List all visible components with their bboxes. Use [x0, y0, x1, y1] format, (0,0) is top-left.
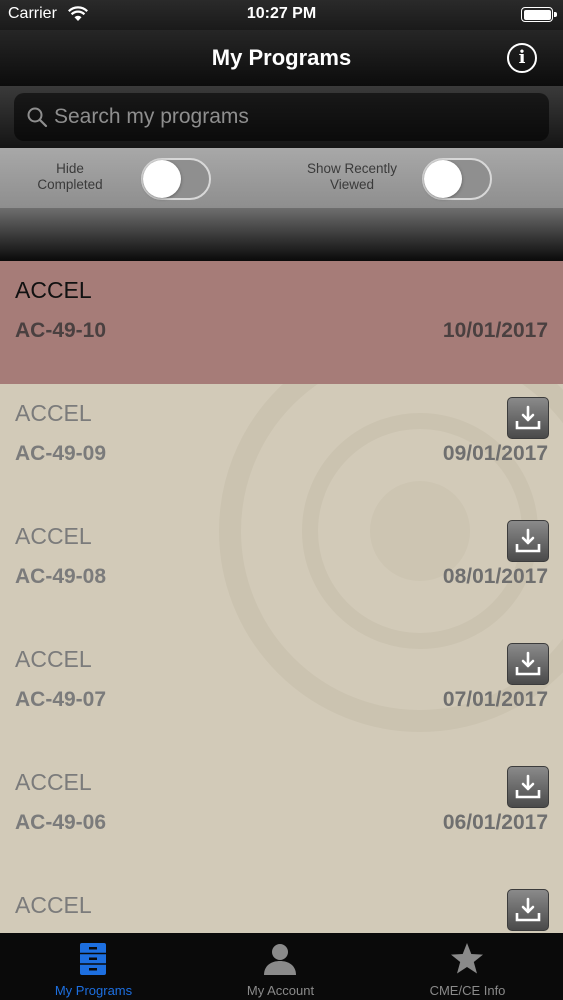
program-title: ACCEL [15, 400, 92, 426]
program-date: 08/01/2017 [442, 565, 548, 588]
toggle-knob [143, 160, 181, 198]
download-button[interactable] [507, 889, 549, 931]
program-title: ACCEL [15, 523, 92, 549]
program-date: 09/01/2017 [442, 442, 548, 465]
search-bar [0, 86, 563, 148]
show-recent-toggle[interactable] [422, 158, 492, 200]
tab-my-programs[interactable]: My Programs [0, 933, 187, 1000]
section-header [0, 208, 563, 261]
download-icon [515, 528, 541, 553]
tab-my-account[interactable]: My Account [187, 933, 374, 1000]
program-code: AC-49-09 [15, 442, 107, 465]
search-icon [27, 107, 48, 128]
battery-icon [521, 7, 557, 22]
toggle-knob [424, 160, 462, 198]
program-date: 07/01/2017 [442, 688, 548, 711]
program-title: ACCEL [15, 769, 92, 795]
download-button[interactable] [507, 397, 549, 439]
download-button[interactable] [507, 520, 549, 562]
tab-label: CME/CE Info [429, 983, 506, 998]
list-item[interactable]: ACCEL AC-49-08 08/01/2017 [0, 507, 563, 630]
tab-bar: My Programs My Account CME/CE Info [0, 933, 563, 1000]
info-button[interactable]: i [507, 43, 537, 73]
program-code: AC-49-07 [15, 688, 107, 711]
show-recent-label-line1: Show Recently [306, 161, 398, 176]
status-bar: Carrier 10:27 PM [0, 0, 563, 30]
download-icon [515, 651, 541, 676]
tab-label: My Account [246, 983, 315, 998]
program-title: ACCEL [15, 646, 92, 672]
show-recent-label-line2: Viewed [329, 177, 375, 192]
tab-label: My Programs [54, 983, 133, 998]
navigation-bar: My Programs i [0, 30, 563, 86]
download-icon [515, 405, 541, 430]
search-box[interactable] [14, 93, 549, 141]
list-item[interactable]: ACCEL AC-49-06 06/01/2017 [0, 753, 563, 876]
info-icon: i [518, 47, 526, 68]
program-title: ACCEL [15, 892, 92, 918]
hide-completed-label: Hide Completed [25, 161, 115, 193]
program-list[interactable]: ACCEL AC-49-10 10/01/2017 ACCEL AC-49-09… [0, 261, 563, 933]
download-icon [515, 774, 541, 799]
program-code: AC-49-06 [15, 811, 107, 834]
search-input[interactable] [54, 93, 534, 141]
list-item[interactable]: ACCEL AC-49-07 07/01/2017 [0, 630, 563, 753]
person-icon [264, 944, 296, 975]
program-date: 06/01/2017 [442, 811, 548, 834]
filter-bar: Hide Completed Show Recently Viewed [0, 148, 563, 208]
list-item[interactable]: ACCEL AC-49-09 09/01/2017 [0, 384, 563, 507]
program-code: AC-49-08 [15, 565, 107, 588]
hide-completed-label-line2: Completed [37, 177, 103, 192]
hide-completed-toggle[interactable] [141, 158, 211, 200]
program-date: 10/01/2017 [442, 319, 548, 342]
star-icon [451, 943, 483, 974]
download-icon [515, 897, 541, 922]
download-button[interactable] [507, 643, 549, 685]
download-button[interactable] [507, 766, 549, 808]
status-time: 10:27 PM [246, 5, 317, 22]
program-code: AC-49-10 [15, 319, 107, 342]
show-recent-label: Show Recently Viewed [296, 161, 408, 193]
list-item[interactable]: ACCEL AC-49-10 10/01/2017 [0, 261, 563, 384]
file-cabinet-icon [80, 943, 106, 975]
program-title: ACCEL [15, 277, 92, 303]
page-title: My Programs [211, 45, 352, 70]
hide-completed-label-line1: Hide [56, 161, 84, 176]
tab-cme-ce-info[interactable]: CME/CE Info [374, 933, 561, 1000]
list-item[interactable]: ACCEL [0, 876, 563, 933]
